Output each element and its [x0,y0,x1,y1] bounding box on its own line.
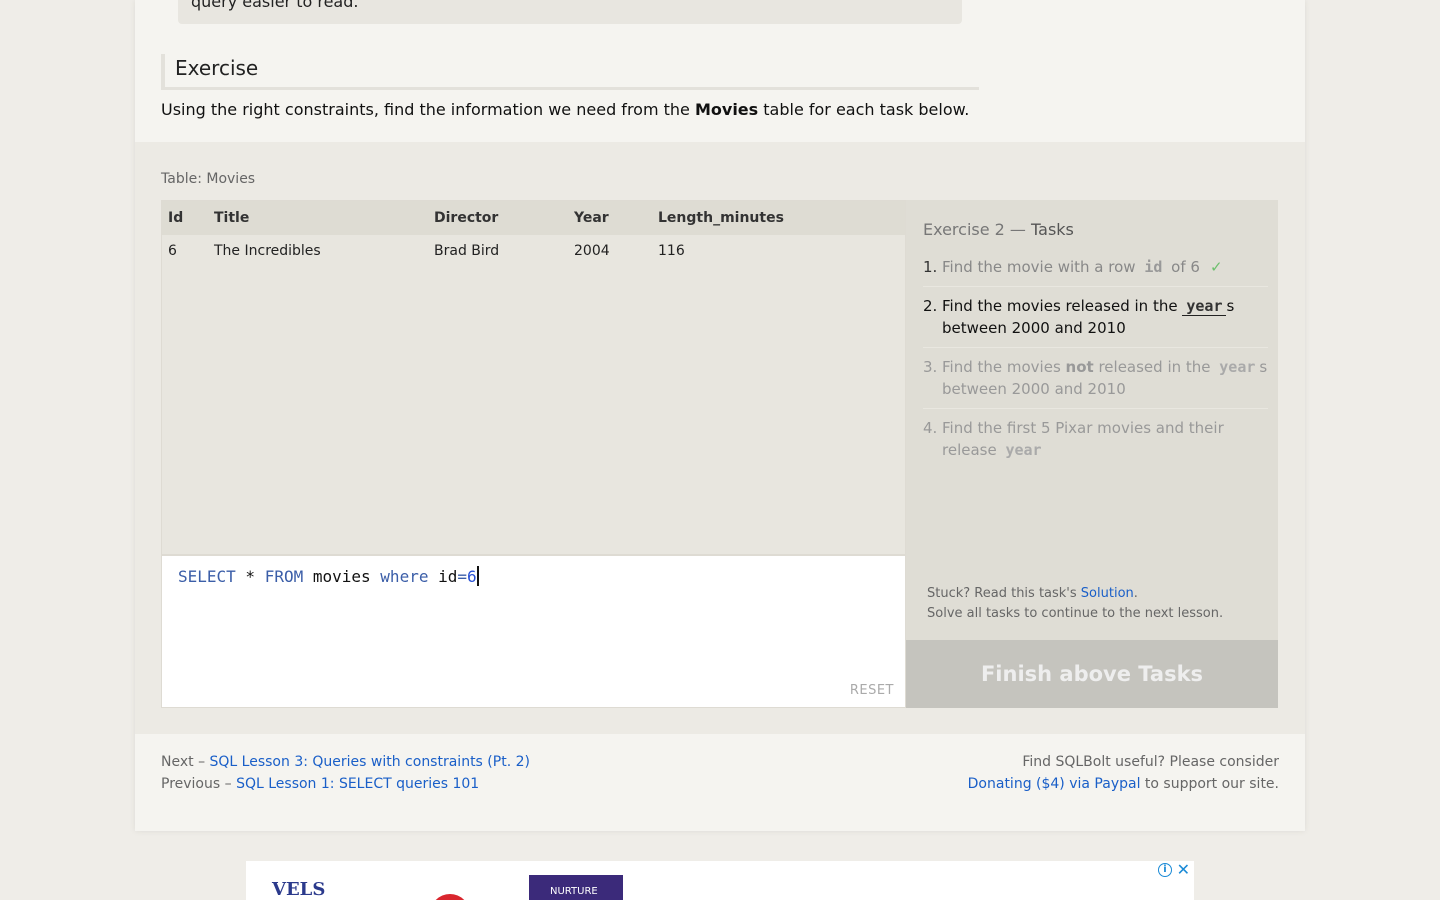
task-text-bold: not [1065,358,1094,376]
task-number: 4. [923,419,938,437]
support-line-2-after: to support our site. [1140,776,1279,792]
lesson-navigation: Next – SQL Lesson 3: Queries with constr… [161,751,530,795]
sql-query-text[interactable]: SELECT * FROM movies where id=6 [178,566,479,586]
tasks-title-suffix: Tasks [1031,220,1074,239]
ad-logo: VELS [272,879,326,900]
table-row: 6 The Incredibles Brad Bird 2004 116 [162,235,905,267]
exercise-intro: Using the right constraints, find the in… [161,100,969,119]
task-item-1: 1. Find the movie with a row id of 6 ✓ [923,256,1268,287]
cell-year: 2004 [574,243,610,259]
task-text-after: of 6 [1166,258,1200,276]
support-line-2: Donating ($4) via Paypal to support our … [968,773,1279,795]
task-code: year [1005,441,1042,459]
previous-lesson-link[interactable]: SQL Lesson 1: SELECT queries 101 [236,776,479,792]
task-item-3: 3. Find the movies not released in the y… [923,356,1268,409]
previous-note-text: query easier to read. [191,0,359,11]
ad-graphic [430,894,470,900]
tasks-title-prefix: Exercise 2 — [923,220,1032,239]
next-lesson-link[interactable]: SQL Lesson 3: Queries with constraints (… [210,754,530,770]
check-icon: ✓ [1209,258,1223,276]
sql-keyword-where: where [380,567,429,586]
sql-table-name: movies [303,567,381,586]
task-text-mid: released in the [1093,358,1216,376]
cell-length-minutes: 116 [658,243,685,259]
sql-column: id [428,567,458,586]
table-caption: Table: Movies [161,171,256,187]
task-code: year [1182,297,1227,316]
support-message: Find SQLBolt useful? Please consider Don… [968,751,1279,795]
task-code: year [1219,358,1256,376]
cell-title: The Incredibles [214,243,321,259]
advertisement-banner[interactable]: VELS NURTURE i ✕ [246,861,1194,900]
task-number: 3. [923,358,938,376]
cell-id: 6 [168,243,177,259]
task-text-before: Find the movie with a row [942,258,1141,276]
tasks-panel: Exercise 2 — Tasks 1. Find the movie wit… [906,200,1278,708]
task-list: 1. Find the movie with a row id of 6 ✓ 2.… [923,256,1268,477]
stuck-text: Stuck? Read this task's [927,586,1081,601]
stuck-hint: Stuck? Read this task's Solution. Solve … [927,584,1223,624]
results-table: Id Title Director Year Length_minutes 6 … [162,201,905,267]
results-table-panel: Id Title Director Year Length_minutes 6 … [161,200,906,555]
donate-link[interactable]: Donating ($4) via Paypal [968,776,1141,792]
column-header-id: Id [162,201,208,235]
sql-keyword-from: FROM [264,567,304,586]
task-code: id [1144,258,1163,276]
task-text-before: Find the movies released in the [942,297,1183,315]
ad-banner-text: NURTURE [529,875,623,900]
exercise-intro-after: table for each task below. [758,100,970,119]
column-header-director: Director [428,201,568,235]
task-item-2: 2. Find the movies released in the year s… [923,295,1268,348]
exercise-intro-bold: Movies [694,100,759,119]
column-header-title: Title [208,201,428,235]
sql-editor[interactable]: SELECT * FROM movies where id=6 RESET [161,555,906,708]
continue-text: Solve all tasks to continue to the next … [927,606,1224,621]
column-header-year: Year [568,201,652,235]
stuck-period: . [1133,586,1138,601]
ad-close-icon[interactable]: ✕ [1177,861,1190,879]
support-line-1: Find SQLBolt useful? Please consider [1022,754,1279,770]
solution-link[interactable]: Solution [1081,586,1134,601]
ad-info-icon[interactable]: i [1158,863,1172,877]
sql-operator: = [457,567,468,586]
next-label: Next – [161,754,210,770]
table-header-row: Id Title Director Year Length_minutes [162,201,905,235]
sql-star: * [235,567,265,586]
previous-label: Previous – [161,776,237,792]
task-number: 2. [923,297,938,315]
exercise-area: Table: Movies Id Title Director Year Len… [135,142,1305,734]
task-text-before: Find the movies [942,358,1066,376]
next-lesson-line: Next – SQL Lesson 3: Queries with constr… [161,751,530,773]
task-number: 1. [923,258,938,276]
tasks-title: Exercise 2 — Tasks [923,220,1074,239]
previous-note-box: query easier to read. [178,0,962,24]
exercise-heading: Exercise [161,54,979,90]
sql-keyword-select: SELECT [178,567,236,586]
exercise-intro-before: Using the right constraints, find the in… [161,100,695,119]
reset-button[interactable]: RESET [850,683,894,698]
task-text-before: Find the first 5 Pixar movies and their … [942,419,1224,459]
text-cursor [476,566,479,586]
task-item-4: 4. Find the first 5 Pixar movies and the… [923,417,1268,469]
column-header-length-minutes: Length_minutes [652,201,905,235]
finish-tasks-button[interactable]: Finish above Tasks [906,640,1278,708]
cell-director: Brad Bird [434,243,500,259]
sql-value: 6 [467,567,477,586]
lesson-page: query easier to read. Exercise Using the… [135,0,1305,831]
previous-lesson-line: Previous – SQL Lesson 1: SELECT queries … [161,773,530,795]
